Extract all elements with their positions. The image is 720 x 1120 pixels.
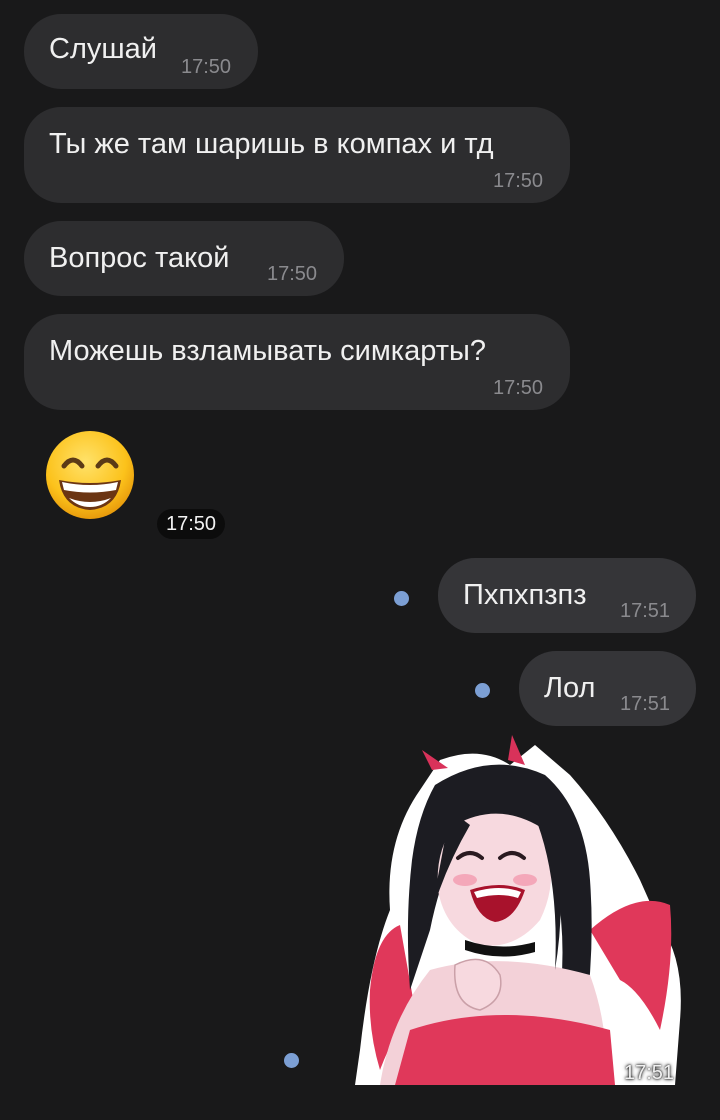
grinning-face-with-smiling-eyes-icon — [46, 431, 134, 519]
message-text: Вопрос такой — [49, 242, 230, 274]
message-text: Слушай — [49, 33, 157, 65]
incoming-message[interactable]: Слушай 17:50 — [24, 14, 258, 89]
outgoing-message[interactable]: Пхпхпзпз 17:51 — [438, 558, 696, 633]
sticker-message-time: 17:51 — [624, 1062, 675, 1084]
message-text: Лол — [544, 672, 596, 704]
sticker-message[interactable] — [340, 730, 690, 1095]
message-text: Пхпхпзпз — [463, 579, 587, 611]
incoming-message[interactable]: Вопрос такой 17:50 — [24, 221, 344, 296]
message-time: 17:50 — [493, 170, 544, 192]
unread-indicator — [284, 1053, 299, 1068]
message-time: 17:50 — [267, 263, 318, 285]
message-time: 17:50 — [493, 377, 544, 399]
devil-girl-sticker-icon — [355, 735, 681, 1085]
message-text: Ты же там шаришь в компах и тд — [49, 128, 494, 160]
outgoing-message[interactable]: Лол 17:51 — [519, 651, 696, 726]
unread-indicator — [394, 591, 409, 606]
emoji-message-time: 17:50 — [157, 509, 225, 539]
message-time: 17:50 — [181, 56, 232, 78]
chat-area: Слушай 17:50 Ты же там шаришь в компах и… — [0, 0, 720, 1120]
message-text: Можешь взламывать симкарты? — [49, 335, 486, 367]
message-time: 17:51 — [620, 600, 671, 622]
incoming-message[interactable]: Ты же там шаришь в компах и тд 17:50 — [24, 107, 570, 203]
message-time: 17:51 — [620, 693, 671, 715]
unread-indicator — [475, 683, 490, 698]
emoji-message[interactable] — [42, 428, 142, 528]
incoming-message[interactable]: Можешь взламывать симкарты? 17:50 — [24, 314, 570, 410]
